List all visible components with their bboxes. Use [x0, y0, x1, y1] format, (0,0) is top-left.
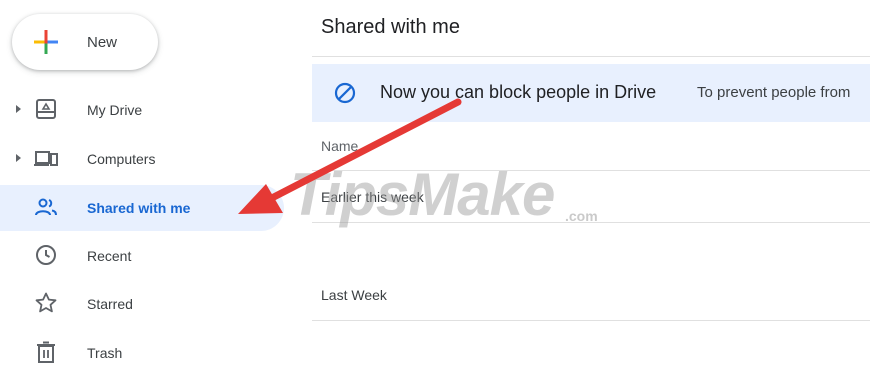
- sidebar-item-label: Recent: [87, 248, 132, 264]
- page-title: Shared with me: [321, 16, 460, 38]
- block-icon: [334, 82, 356, 104]
- sidebar-item-recent[interactable]: Recent: [0, 233, 290, 279]
- sidebar-item-my-drive[interactable]: My Drive: [0, 87, 290, 133]
- banner-headline: Now you can block people in Drive: [380, 82, 657, 102]
- clock-icon: [36, 245, 56, 265]
- sidebar-item-trash[interactable]: Trash: [0, 330, 290, 376]
- sidebar-item-starred[interactable]: Starred: [0, 281, 290, 327]
- sidebar: New My Drive Computers Shared with me Re…: [0, 0, 300, 381]
- watermark-suffix: .com: [565, 208, 598, 224]
- new-button-label: New: [87, 34, 118, 51]
- sidebar-item-shared-with-me[interactable]: Shared with me: [0, 185, 284, 231]
- my-drive-icon: [36, 99, 56, 119]
- divider: [312, 56, 870, 57]
- computers-icon: [34, 151, 58, 166]
- plus-multicolor-icon: [34, 30, 58, 54]
- expand-caret-icon[interactable]: [14, 102, 24, 116]
- sidebar-item-label: Shared with me: [87, 200, 191, 216]
- expand-caret-icon[interactable]: [14, 151, 24, 165]
- section-label-last-week: Last Week: [321, 287, 387, 303]
- sidebar-item-label: Trash: [87, 345, 123, 361]
- new-button[interactable]: New: [12, 14, 158, 70]
- sidebar-item-computers[interactable]: Computers: [0, 136, 290, 182]
- watermark-logo: TipsMake: [290, 161, 555, 228]
- sidebar-item-label: Computers: [87, 151, 156, 167]
- divider: [312, 320, 870, 321]
- name-column-header[interactable]: Name: [321, 138, 358, 154]
- shared-people-icon: [35, 198, 57, 216]
- block-people-banner[interactable]: Now you can block people in Drive To pre…: [312, 64, 870, 122]
- star-icon: [35, 292, 57, 313]
- sidebar-item-label: Starred: [87, 296, 133, 312]
- trash-icon: [37, 341, 55, 363]
- banner-subtext: To prevent people from: [697, 84, 851, 101]
- sidebar-item-label: My Drive: [87, 102, 143, 118]
